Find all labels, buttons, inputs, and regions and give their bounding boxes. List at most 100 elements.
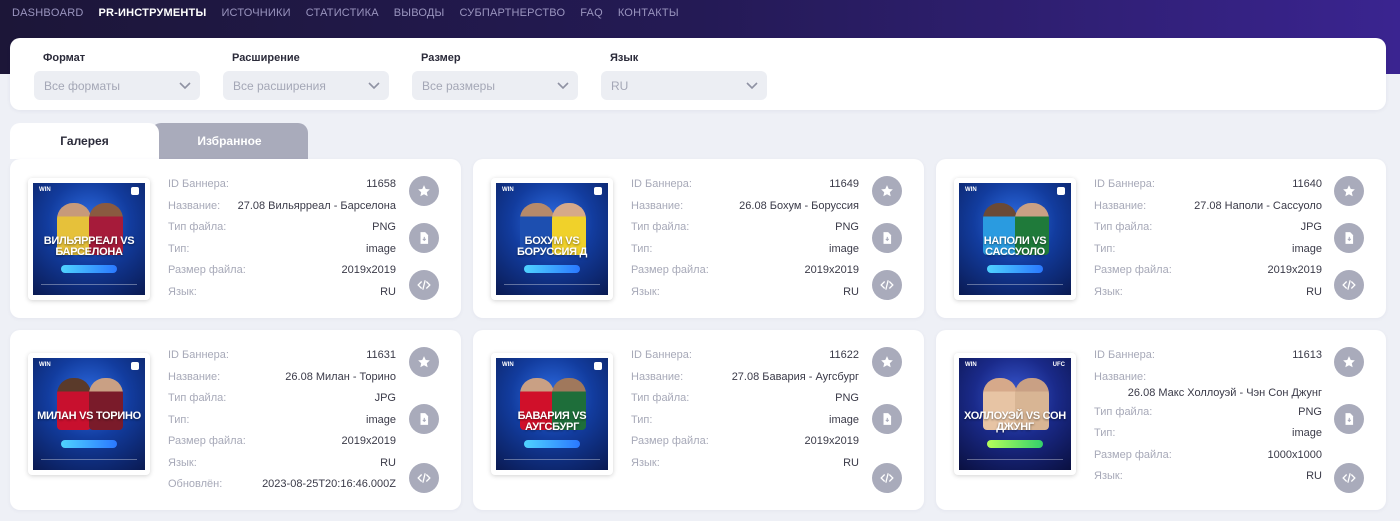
banner-name: 26.08 Бохум - Боруссия (739, 199, 859, 212)
favorite-button[interactable] (872, 347, 902, 377)
league-badge-icon (131, 187, 139, 195)
detail-label: ID Баннера: (168, 178, 229, 190)
nav-faq[interactable]: FAQ (580, 7, 603, 19)
nav-subpartnership[interactable]: СУБПАРТНЕРСТВО (460, 7, 566, 19)
detail-row-name: Название: 27.08 Бавария - Аугсбург (631, 371, 859, 393)
embed-code-button[interactable] (872, 463, 902, 493)
filter-language: Язык RU (601, 52, 767, 100)
nav-payouts[interactable]: ВЫВОДЫ (394, 7, 445, 19)
banner-cta-bar (524, 265, 580, 273)
banner-name: 27.08 Вильярреал - Барселона (237, 199, 396, 212)
embed-code-button[interactable] (872, 270, 902, 300)
banner-id: 11640 (1292, 178, 1322, 190)
download-button[interactable] (409, 404, 439, 434)
detail-row-type: Тип: image (631, 414, 859, 436)
language-select-value: RU (611, 78, 629, 93)
banner-type: image (829, 413, 859, 426)
banner-details: ID Баннера: 11622 Название: 27.08 Бавария … (631, 349, 859, 478)
size-select[interactable]: Все размеры (412, 71, 578, 100)
favorite-button[interactable] (1334, 176, 1364, 206)
brand-logo: WIN (39, 187, 51, 193)
download-button[interactable] (1334, 223, 1364, 253)
banner-thumbnail[interactable]: WIN ВИЛЬЯРРЕАЛ VS БАРСЕЛОНА (28, 178, 150, 300)
embed-code-button[interactable] (1334, 270, 1364, 300)
favorite-button[interactable] (409, 176, 439, 206)
banner-thumbnail[interactable]: WIN БОХУМ VS БОРУССИЯ Д (491, 178, 613, 300)
banner-image: WIN ВИЛЬЯРРЕАЛ VS БАРСЕЛОНА (33, 183, 145, 295)
language-select[interactable]: RU (601, 71, 767, 100)
detail-row-name: Название: 26.08 Бохум - Боруссия (631, 200, 859, 222)
league-badge-icon (1057, 187, 1065, 195)
filter-language-label: Язык (610, 52, 639, 64)
extension-select[interactable]: Все расширения (223, 71, 389, 100)
download-button[interactable] (1334, 404, 1364, 434)
banner-type: image (366, 242, 396, 255)
embed-code-button[interactable] (1334, 463, 1364, 493)
tab-gallery[interactable]: Галерея (10, 123, 159, 159)
file-download-icon (883, 232, 892, 244)
detail-row-lang: Язык: RU (168, 286, 396, 308)
favorite-button[interactable] (1334, 347, 1364, 377)
banner-thumbnail[interactable]: WIN МИЛАН VS ТОРИНО (28, 353, 150, 475)
banner-lang: RU (1306, 470, 1322, 482)
nav-statistics[interactable]: СТАТИСТИКА (306, 7, 379, 19)
detail-label: Тип файла: (168, 392, 227, 404)
detail-label: Язык: (631, 285, 660, 298)
nav-pr-tools[interactable]: PR-ИНСТРУМЕНТЫ (98, 7, 206, 19)
banner-thumbnail[interactable]: WIN НАПОЛИ VS САССУОЛО (954, 178, 1076, 300)
card-actions (409, 176, 439, 300)
embed-code-button[interactable] (409, 463, 439, 493)
detail-label: ID Баннера: (168, 349, 229, 361)
detail-label: Тип файла: (168, 221, 227, 233)
banner-lang: RU (380, 456, 396, 469)
filter-format: Формат Все форматы (34, 52, 200, 100)
gallery-tabs: Избранное Галерея (10, 123, 308, 159)
tab-favorites[interactable]: Избранное (151, 123, 308, 159)
banner-lang: RU (843, 456, 859, 469)
banner-title: МИЛАН VS ТОРИНО (37, 410, 141, 422)
favorite-button[interactable] (872, 176, 902, 206)
format-select[interactable]: Все форматы (34, 71, 200, 100)
file-download-icon (420, 413, 429, 425)
star-icon (1343, 185, 1355, 197)
detail-label: Тип файла: (631, 392, 690, 404)
detail-label: ID Баннера: (1094, 178, 1155, 190)
filter-extension: Расширение Все расширения (223, 52, 389, 100)
chevron-down-icon (179, 81, 191, 89)
banner-card: WIN ВИЛЬЯРРЕАЛ VS БАРСЕЛОНА ID Баннера: 1… (10, 159, 461, 318)
banner-thumbnail[interactable]: WIN БАВАРИЯ VS АУГСБУРГ (491, 353, 613, 475)
detail-row-filetype: Тип файла: JPG (1094, 221, 1322, 243)
banner-filetype: PNG (835, 392, 859, 404)
nav-sources[interactable]: ИСТОЧНИКИ (221, 7, 290, 19)
detail-row-name: Название: 27.08 Вильярреал - Барселона (168, 200, 396, 222)
extension-select-value: Все расширения (233, 78, 326, 93)
detail-row-size: Размер файла: 2019x2019 (168, 264, 396, 286)
embed-code-button[interactable] (409, 270, 439, 300)
banner-lang: RU (1306, 285, 1322, 298)
banner-image: WIN МИЛАН VS ТОРИНО (33, 358, 145, 470)
code-icon (880, 280, 894, 290)
detail-label: Язык: (631, 456, 660, 469)
banner-card: WIN БАВАРИЯ VS АУГСБУРГ ID Баннера: 11622… (473, 330, 924, 510)
chevron-down-icon (557, 81, 569, 89)
banner-type: image (829, 242, 859, 255)
download-button[interactable] (872, 223, 902, 253)
banner-thumbnail[interactable]: WIN UFC ХОЛЛОУЭЙ VS СОН ДЖУНГ (954, 353, 1076, 475)
banner-details: ID Баннера: 11631 Название: 26.08 Милан - … (168, 349, 396, 500)
nav-contacts[interactable]: КОНТАКТЫ (618, 7, 679, 19)
detail-label: Название: (631, 370, 684, 383)
detail-row-filetype: Тип файла: JPG (168, 392, 396, 414)
banner-id: 11613 (1292, 349, 1322, 361)
banner-filetype: PNG (1298, 405, 1322, 418)
favorite-button[interactable] (409, 347, 439, 377)
nav-dashboard[interactable]: DASHBOARD (12, 7, 83, 19)
detail-row-lang: Язык: RU (168, 457, 396, 479)
detail-row-name: Название: 26.08 Милан - Торино (168, 371, 396, 393)
chevron-down-icon (746, 81, 758, 89)
detail-row-type: Тип: image (1094, 427, 1322, 449)
detail-row-name: Название: 26.08 Макс Холлоуэй - Чэн Сон Д… (1094, 371, 1322, 406)
download-button[interactable] (872, 404, 902, 434)
player-figure (57, 378, 91, 430)
download-button[interactable] (409, 223, 439, 253)
detail-label: ID Баннера: (1094, 349, 1155, 361)
